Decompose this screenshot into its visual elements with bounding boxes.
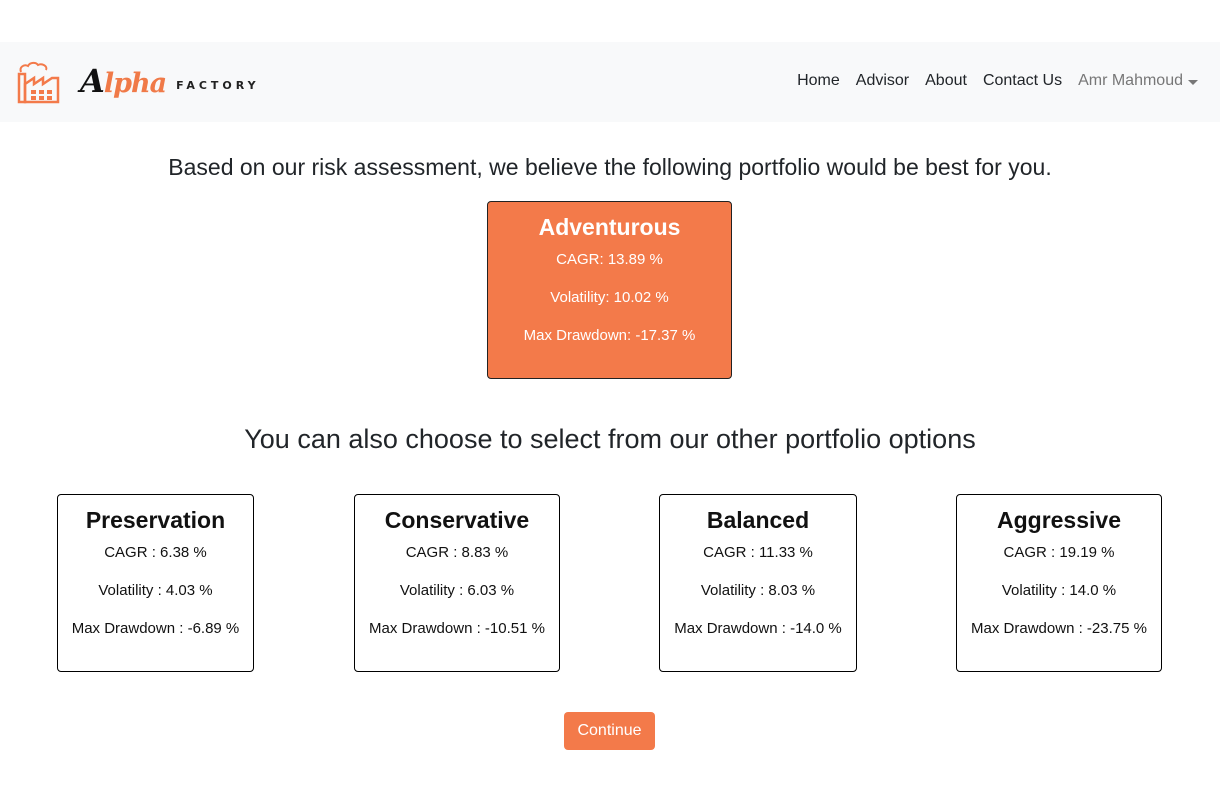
portfolio-max-drawdown: Max Drawdown : -10.51 % (369, 620, 545, 637)
portfolio-volatility: Volatility : 14.0 % (1001, 582, 1117, 599)
continue-button[interactable]: Continue (564, 712, 655, 750)
brand-initial: A (80, 62, 105, 100)
portfolio-name: Aggressive (996, 507, 1121, 533)
portfolio-cagr: CAGR : 8.83 % (405, 544, 509, 561)
brand-wordmark: Alpha (80, 62, 167, 100)
nav-about[interactable]: About (925, 72, 967, 90)
portfolio-name: Preservation (85, 507, 226, 533)
recommendation-heading: Based on our risk assessment, we believe… (168, 154, 1052, 180)
recommended-portfolio-card[interactable]: Adventurous CAGR: 13.89 % Volatility: 10… (487, 201, 732, 379)
nav-contact[interactable]: Contact Us (983, 72, 1062, 90)
caret-down-icon (1188, 79, 1198, 85)
factory-icon (17, 61, 60, 104)
portfolio-card-conservative[interactable]: Conservative CAGR : 8.83 % Volatility : … (354, 494, 560, 672)
user-dropdown[interactable]: Amr Mahmoud (1078, 72, 1198, 90)
brand-subtitle: FACTORY (176, 78, 260, 92)
navbar: Alpha FACTORY Home Advisor About Contact… (0, 42, 1220, 122)
portfolio-card-aggressive[interactable]: Aggressive CAGR : 19.19 % Volatility : 1… (956, 494, 1162, 672)
portfolio-name: Conservative (384, 507, 530, 533)
portfolio-volatility: Volatility: 10.02 % (550, 289, 669, 306)
portfolio-volatility: Volatility : 8.03 % (700, 582, 816, 599)
brand-logo[interactable]: Alpha FACTORY (16, 56, 260, 106)
portfolio-volatility: Volatility : 4.03 % (98, 582, 213, 599)
portfolio-card-balanced[interactable]: Balanced CAGR : 11.33 % Volatility : 8.0… (659, 494, 857, 672)
portfolio-cagr: CAGR : 11.33 % (703, 544, 813, 561)
nav-menu: Home Advisor About Contact Us Amr Mahmou… (781, 72, 1198, 90)
portfolio-name: Balanced (706, 507, 810, 533)
nav-home[interactable]: Home (797, 72, 840, 90)
portfolio-max-drawdown: Max Drawdown : -14.0 % (674, 620, 842, 637)
portfolio-max-drawdown: Max Drawdown: -17.37 % (523, 327, 696, 344)
portfolio-name: Adventurous (538, 214, 681, 240)
brand-script-rest: lpha (103, 68, 167, 99)
portfolio-max-drawdown: Max Drawdown : -23.75 % (971, 620, 1147, 637)
portfolio-volatility: Volatility : 6.03 % (399, 582, 515, 599)
portfolio-cagr: CAGR : 19.19 % (1003, 544, 1115, 561)
portfolio-cagr: CAGR: 13.89 % (556, 251, 663, 268)
other-options-heading: You can also choose to select from our o… (244, 424, 976, 454)
nav-advisor[interactable]: Advisor (856, 72, 909, 90)
portfolio-max-drawdown: Max Drawdown : -6.89 % (71, 620, 240, 637)
user-name: Amr Mahmoud (1078, 72, 1183, 89)
portfolio-cagr: CAGR : 6.38 % (104, 544, 207, 561)
portfolio-card-preservation[interactable]: Preservation CAGR : 6.38 % Volatility : … (57, 494, 254, 672)
